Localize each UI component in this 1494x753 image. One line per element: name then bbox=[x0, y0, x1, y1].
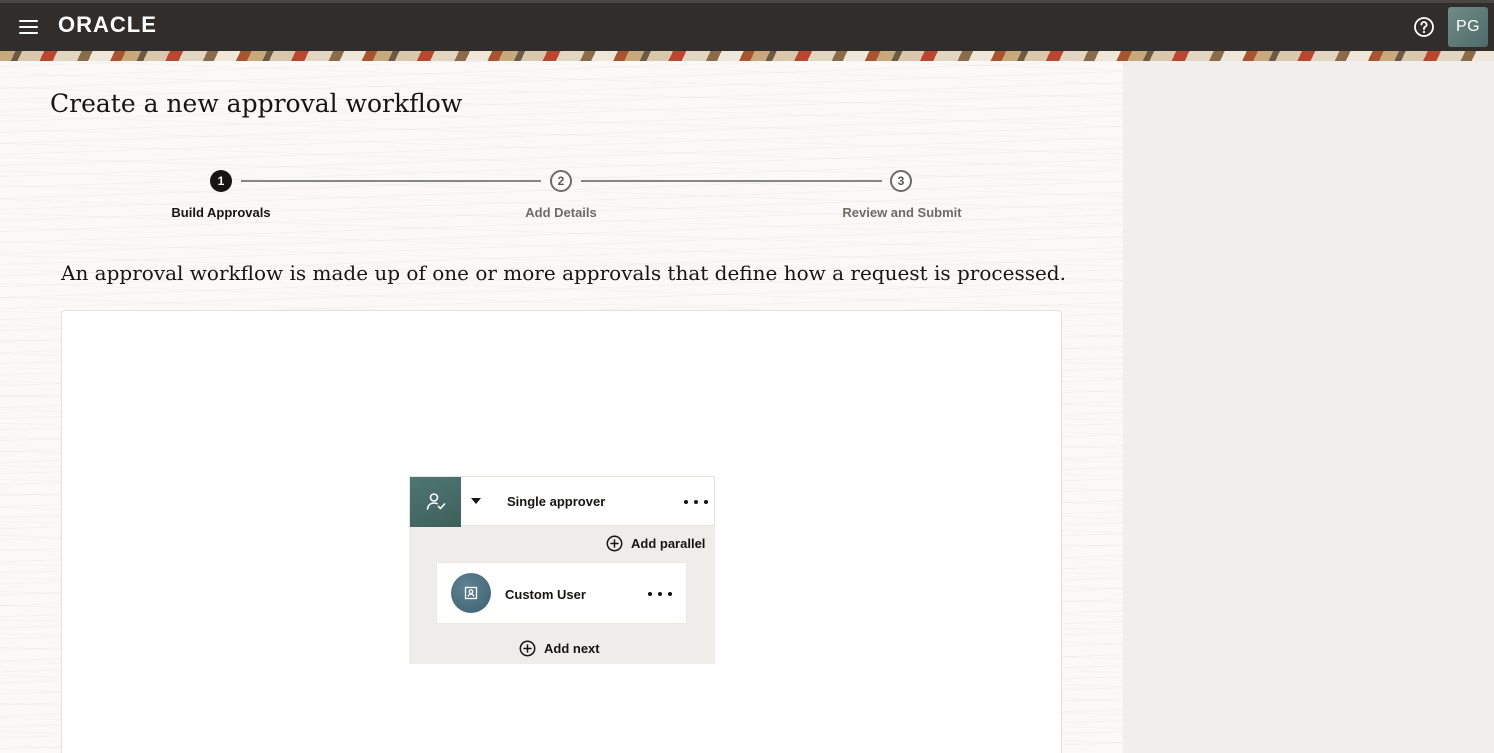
train-step-label-build-approvals[interactable]: Build Approvals bbox=[121, 205, 321, 220]
step-number: 2 bbox=[557, 174, 565, 188]
train-step-label-review-submit[interactable]: Review and Submit bbox=[802, 205, 1002, 220]
add-parallel-label: Add parallel bbox=[631, 536, 706, 551]
add-next-button[interactable]: Add next bbox=[519, 640, 600, 657]
approval-group: Single approver Add parallel Custom User… bbox=[409, 476, 715, 664]
workflow-canvas: Single approver Add parallel Custom User… bbox=[61, 310, 1062, 753]
step-number: 3 bbox=[897, 174, 905, 188]
svg-text:ORACLE: ORACLE bbox=[58, 13, 157, 37]
user-check-icon bbox=[410, 477, 461, 527]
page-description: An approval workflow is made up of one o… bbox=[61, 261, 1066, 285]
add-circle-icon bbox=[519, 640, 536, 657]
add-parallel-button[interactable]: Add parallel bbox=[606, 535, 705, 552]
main-content: Create a new approval workflow 1 2 3 Bui… bbox=[0, 61, 1123, 753]
side-panel bbox=[1123, 61, 1494, 753]
approver-label: Custom User bbox=[505, 587, 586, 602]
train-step-label-add-details[interactable]: Add Details bbox=[461, 205, 661, 220]
user-avatar[interactable]: PG bbox=[1448, 7, 1488, 47]
hamburger-menu-icon[interactable] bbox=[14, 13, 44, 41]
train-connector-1 bbox=[241, 180, 541, 182]
train-step-2[interactable]: 2 bbox=[550, 170, 572, 192]
approver-more-icon[interactable] bbox=[648, 587, 672, 601]
app-header: ORACLE PG bbox=[0, 0, 1494, 51]
collapse-chevron-down-icon[interactable] bbox=[468, 494, 486, 508]
train-connector-2 bbox=[581, 180, 882, 182]
train-step-3[interactable]: 3 bbox=[890, 170, 912, 192]
approver-card[interactable]: Custom User bbox=[436, 562, 687, 624]
user-initials: PG bbox=[1455, 18, 1481, 35]
add-circle-icon bbox=[606, 535, 623, 552]
help-icon[interactable] bbox=[1412, 15, 1436, 39]
approval-more-icon[interactable] bbox=[684, 495, 708, 509]
add-next-label: Add next bbox=[544, 641, 600, 656]
contact-card-icon bbox=[451, 573, 491, 613]
train-step-1[interactable]: 1 bbox=[210, 170, 232, 192]
step-number: 1 bbox=[217, 174, 225, 188]
approval-label: Single approver bbox=[507, 494, 606, 509]
decorative-banner bbox=[0, 51, 1494, 61]
oracle-logo[interactable]: ORACLE bbox=[58, 13, 188, 37]
approval-header[interactable]: Single approver bbox=[409, 476, 715, 527]
page-title: Create a new approval workflow bbox=[50, 89, 463, 118]
